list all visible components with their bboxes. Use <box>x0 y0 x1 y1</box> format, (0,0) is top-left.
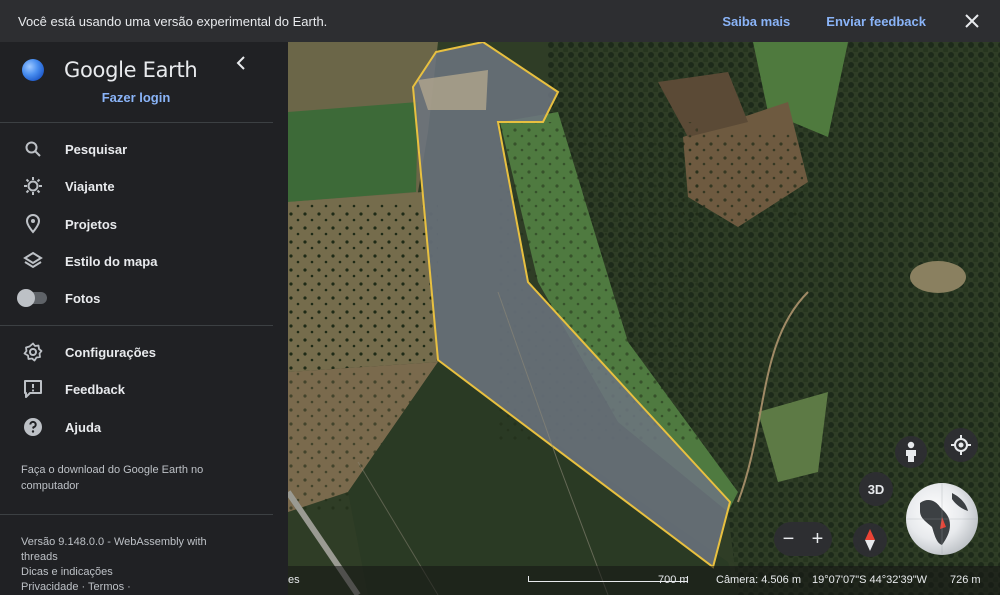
map-view[interactable] <box>288 42 1000 595</box>
map-style-icon <box>22 250 44 272</box>
satellite-imagery <box>288 42 1000 595</box>
nav-label: Configurações <box>65 344 157 360</box>
nav-label: Projetos <box>65 216 118 232</box>
app-title: Google Earth <box>64 58 198 82</box>
divider <box>0 122 273 123</box>
help-icon <box>22 416 44 438</box>
globe-view-button[interactable] <box>906 483 978 555</box>
elevation: 726 m <box>950 574 981 586</box>
banner-message: Você está usando uma versão experimental… <box>18 13 328 29</box>
nav-label: Viajante <box>65 178 115 194</box>
crosshair-icon <box>951 435 971 455</box>
nav-label: Estilo do mapa <box>65 253 158 269</box>
chevron-left-icon <box>236 56 245 70</box>
voyager-icon <box>22 175 44 197</box>
brand: Google Earth <box>22 50 198 90</box>
version-line: Versão 9.148.0.0 - WebAssembly with <box>21 536 207 548</box>
close-icon <box>965 14 979 28</box>
nav-label: Ajuda <box>65 419 102 435</box>
zoom-out-button[interactable]: − <box>783 528 795 551</box>
divider <box>0 514 273 515</box>
status-fragment: es <box>288 574 300 586</box>
compass-needle-icon <box>865 529 875 551</box>
nav-settings[interactable]: Configurações <box>0 334 272 370</box>
nav-feedback[interactable]: Feedback <box>0 371 272 407</box>
street-view-button[interactable] <box>895 436 927 468</box>
nav-help[interactable]: Ajuda <box>0 409 272 445</box>
scale-label: 700 m <box>658 574 689 586</box>
divider <box>0 325 273 326</box>
nav-search[interactable]: Pesquisar <box>0 131 272 167</box>
nav-map-style[interactable]: Estilo do mapa <box>0 243 272 279</box>
toggle-knob <box>17 289 35 307</box>
experimental-banner: Você está usando uma versão experimental… <box>0 0 1000 42</box>
status-bar: es 700 m Câmera: 4.506 m 19°07'07"S 44°3… <box>288 566 1000 595</box>
google-earth-logo <box>22 59 44 81</box>
version-line: threads <box>21 551 58 563</box>
pegman-icon <box>906 441 916 462</box>
learn-more-link[interactable]: Saiba mais <box>722 14 790 29</box>
nav-label: Pesquisar <box>65 141 128 157</box>
coordinates: 19°07'07"S 44°32'39"W <box>812 574 927 586</box>
3d-toggle-button[interactable]: 3D <box>859 472 893 506</box>
download-desktop-text[interactable]: Faça o download do Google Earth no compu… <box>21 462 241 494</box>
close-banner-button[interactable] <box>962 11 982 31</box>
collapse-sidebar-button[interactable] <box>230 52 252 74</box>
camera-altitude: Câmera: 4.506 m <box>716 574 801 586</box>
tips-link[interactable]: Dicas e indicações <box>21 565 251 580</box>
nav-label: Feedback <box>65 381 125 397</box>
gear-icon <box>22 341 44 363</box>
version-info: Versão 9.148.0.0 - WebAssembly with thre… <box>21 535 251 595</box>
photos-toggle[interactable] <box>17 289 47 307</box>
nav-photos[interactable]: Fotos <box>0 280 272 316</box>
nav-projects[interactable]: Projetos <box>0 206 272 242</box>
zoom-control[interactable]: − + <box>774 522 832 556</box>
nav-label: Fotos <box>65 290 101 306</box>
my-location-button[interactable] <box>944 428 978 462</box>
nav-voyager[interactable]: Viajante <box>0 168 272 204</box>
globe-icon <box>906 483 978 555</box>
privacy-terms-link[interactable]: Privacidade · Termos · <box>21 580 251 595</box>
compass-button[interactable] <box>853 523 887 557</box>
zoom-in-button[interactable]: + <box>812 528 824 551</box>
feedback-icon <box>22 378 44 400</box>
send-feedback-link[interactable]: Enviar feedback <box>826 14 926 29</box>
sidebar: Google Earth Fazer login Pesquisar Viaja… <box>0 42 288 595</box>
login-link[interactable]: Fazer login <box>0 90 272 105</box>
projects-icon <box>22 213 44 235</box>
search-icon <box>22 138 44 160</box>
